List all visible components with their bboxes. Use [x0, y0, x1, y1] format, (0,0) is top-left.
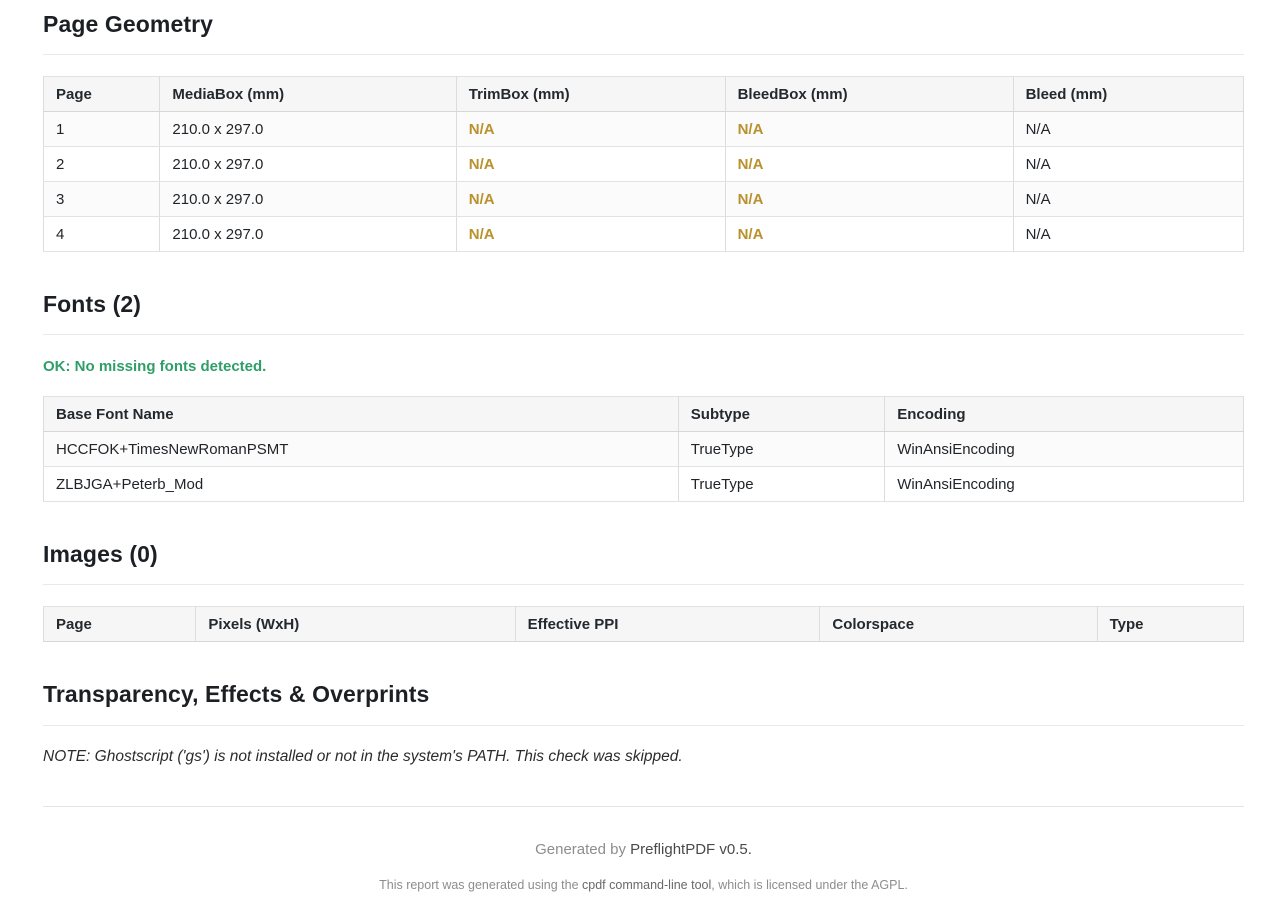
table-cell: 210.0 x 297.0 — [159, 181, 457, 218]
table-header-cell: TrimBox (mm) — [455, 76, 726, 113]
table-cell: 4 — [42, 216, 161, 253]
section-divider — [43, 724, 1244, 726]
table-cell: 3 — [42, 181, 161, 218]
section-transparency: Transparency, Effects & Overprints NOTE:… — [43, 682, 1244, 765]
section-fonts: Fonts (2) OK: No missing fonts detected.… — [43, 291, 1244, 503]
table-header-cell: Subtype — [677, 396, 886, 433]
table-header-cell: Base Font Name — [43, 396, 679, 433]
license-line: This report was generated using the cpdf… — [43, 878, 1244, 892]
section-divider — [43, 334, 1244, 336]
table-cell: N/A — [724, 111, 1014, 148]
page-geometry-title: Page Geometry — [43, 11, 214, 37]
table-cell: N/A — [455, 111, 726, 148]
table-header-cell: Page — [42, 606, 197, 643]
images-table: Page Pixels (WxH) Effective PPI Colorspace T… — [42, 606, 1245, 643]
section-divider — [43, 54, 1244, 56]
table-cell: 210.0 x 297.0 — [159, 146, 457, 183]
generated-by-line: Generated by PreflightPDF v0.5. — [43, 841, 1244, 858]
table-row: HCCFOK+TimesNewRomanPSMT TrueType WinAnsiE… — [43, 431, 1244, 468]
table-row: 2 210.0 x 297.0 N/A N/A N/A — [42, 146, 1245, 183]
table-cell: HCCFOK+TimesNewRomanPSMT — [43, 431, 679, 468]
table-header-cell: Pixels (WxH) — [195, 606, 516, 643]
page-geometry-table: Page MediaBox (mm) TrimBox (mm) BleedBox (m… — [42, 76, 1245, 253]
table-cell: 210.0 x 297.0 — [159, 216, 457, 253]
table-cell: TrueType — [677, 431, 886, 468]
table-header-cell: BleedBox (mm) — [724, 76, 1014, 113]
table-row: 3 210.0 x 297.0 N/A N/A N/A — [42, 181, 1245, 218]
table-header-cell: Encoding — [884, 396, 1244, 433]
fonts-status-ok: OK: No missing fonts detected. — [43, 358, 267, 376]
report-footer: Generated by PreflightPDF v0.5. This rep… — [43, 805, 1244, 892]
table-cell: N/A — [455, 146, 726, 183]
table-row: ZLBJGA+Peterb_Mod TrueType WinAnsiEncoding — [43, 466, 1244, 503]
section-images: Images (0) Page Pixels (WxH) Effective PPI… — [42, 541, 1245, 643]
transparency-title: Transparency, Effects & Overprints — [43, 681, 430, 708]
preflight-report: Page Geometry Page MediaBox (mm) TrimBox (… — [42, 0, 1245, 902]
table-cell: TrueType — [677, 466, 886, 503]
section-page-geometry: Page Geometry Page MediaBox (mm) TrimBox (… — [42, 11, 1245, 253]
fonts-title: Fonts (2) — [43, 291, 141, 318]
table-header-row: Page MediaBox (mm) TrimBox (mm) BleedBox (m… — [42, 76, 1245, 113]
table-header-cell: MediaBox (mm) — [159, 76, 457, 113]
license-text-after: , which is licensed under the AGPL. — [711, 877, 908, 892]
table-header-cell: Type — [1096, 606, 1245, 643]
table-cell: ZLBJGA+Peterb_Mod — [43, 466, 679, 503]
table-cell: 210.0 x 297.0 — [159, 111, 457, 148]
table-header-row: Base Font Name Subtype Encoding — [43, 396, 1244, 433]
table-header-cell: Effective PPI — [514, 606, 821, 643]
table-cell: N/A — [455, 216, 726, 253]
table-cell: N/A — [1012, 216, 1245, 253]
table-cell: 2 — [42, 146, 161, 183]
table-cell: N/A — [724, 146, 1014, 183]
generated-by-prefix: Generated by — [535, 840, 631, 858]
table-cell: N/A — [455, 181, 726, 218]
table-header-row: Page Pixels (WxH) Effective PPI Colorspace T… — [42, 606, 1245, 643]
table-cell: WinAnsiEncoding — [884, 466, 1244, 503]
cpdf-tool-name: cpdf command-line tool — [582, 877, 712, 892]
table-row: 4 210.0 x 297.0 N/A N/A N/A — [42, 216, 1245, 253]
table-cell: N/A — [724, 216, 1014, 253]
table-cell: 1 — [42, 111, 161, 148]
license-text-before: This report was generated using the — [379, 877, 583, 892]
table-cell: N/A — [1012, 146, 1245, 183]
footer-divider — [43, 805, 1244, 807]
table-cell: N/A — [1012, 181, 1245, 218]
table-cell: N/A — [724, 181, 1014, 218]
table-row: 1 210.0 x 297.0 N/A N/A N/A — [42, 111, 1245, 148]
table-cell: WinAnsiEncoding — [884, 431, 1244, 468]
table-header-cell: Bleed (mm) — [1012, 76, 1245, 113]
ghostscript-note: NOTE: Ghostscript ('gs') is not installe… — [43, 747, 683, 765]
generator-name: PreflightPDF v0.5. — [630, 840, 752, 858]
table-header-cell: Colorspace — [819, 606, 1098, 643]
images-title: Images (0) — [43, 541, 158, 568]
table-cell: N/A — [1012, 111, 1245, 148]
section-divider — [43, 584, 1244, 586]
fonts-table: Base Font Name Subtype Encoding HCCFOK+Tim… — [43, 396, 1244, 503]
table-header-cell: Page — [42, 76, 161, 113]
